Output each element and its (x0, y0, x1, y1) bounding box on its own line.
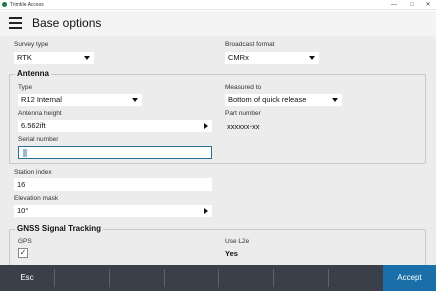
maximize-icon[interactable]: □ (404, 0, 420, 10)
page-title: Base options (32, 16, 102, 30)
survey-type-dropdown[interactable]: RTK (14, 52, 94, 64)
antenna-type-label: Type (18, 84, 33, 91)
broadcast-format-label: Broadcast format (225, 41, 275, 48)
antenna-height-field[interactable]: 6.562ift (18, 120, 212, 132)
close-icon[interactable]: ✕ (420, 0, 436, 10)
antenna-height-value: 6.562ift (21, 121, 46, 130)
chevron-down-icon (132, 98, 138, 102)
station-index-input[interactable]: 16 (14, 178, 212, 191)
chevron-down-icon (84, 56, 90, 60)
chevron-down-icon (332, 98, 338, 102)
use-l2e-value[interactable]: Yes (225, 249, 238, 258)
serial-number-input[interactable] (18, 146, 212, 159)
part-number-value: xxxxxx-xx (227, 122, 260, 131)
elevation-mask-label: Elevation mask (14, 195, 59, 202)
toolbar-divider (54, 269, 55, 287)
gps-checkbox[interactable]: ✓ (18, 248, 28, 258)
antenna-height-label: Antenna height (18, 110, 62, 117)
broadcast-format-value: CMRx (228, 53, 249, 62)
app-icon (2, 2, 7, 7)
measured-to-dropdown[interactable]: Bottom of quick release (225, 94, 342, 106)
chevron-right-icon[interactable] (204, 123, 208, 129)
chevron-right-icon[interactable] (204, 208, 208, 214)
bottom-toolbar: Esc Accept (0, 265, 436, 291)
window-titlebar: Trimble Access — □ ✕ (0, 0, 436, 10)
antenna-type-value: R12 Internal (21, 95, 62, 104)
esc-button[interactable]: Esc (0, 265, 54, 291)
measured-to-label: Measured to (225, 84, 262, 91)
use-l2e-label: Use L2e (225, 238, 250, 245)
hamburger-menu-icon[interactable] (9, 17, 22, 29)
chevron-down-icon (309, 56, 315, 60)
toolbar-divider (273, 269, 274, 287)
toolbar-divider (218, 269, 219, 287)
station-index-value: 16 (17, 180, 26, 189)
serial-number-label: Serial number (18, 136, 59, 143)
antenna-type-dropdown[interactable]: R12 Internal (18, 94, 142, 106)
measured-to-value: Bottom of quick release (228, 95, 307, 104)
toolbar-divider (109, 269, 110, 287)
survey-type-value: RTK (17, 53, 32, 62)
elevation-mask-value: 10° (17, 206, 29, 215)
text-cursor (23, 149, 27, 157)
form-content: Survey type RTK Broadcast format CMRx An… (0, 36, 436, 269)
gnss-group-title: GNSS Signal Tracking (15, 224, 104, 234)
part-number-label: Part number (225, 110, 261, 117)
station-index-label: Station index (14, 169, 52, 176)
broadcast-format-dropdown[interactable]: CMRx (225, 52, 319, 64)
toolbar-divider (164, 269, 165, 287)
elevation-mask-field[interactable]: 10° (14, 205, 212, 217)
toolbar-divider (328, 269, 329, 287)
window-title: Trimble Access (10, 2, 44, 8)
accept-button[interactable]: Accept (383, 265, 436, 291)
survey-type-label: Survey type (14, 41, 49, 48)
gps-label: GPS (18, 238, 32, 245)
app-header: Base options (0, 11, 436, 36)
gnss-signal-tracking-group (9, 229, 426, 269)
antenna-group-title: Antenna (15, 69, 51, 79)
minimize-icon[interactable]: — (386, 0, 402, 10)
